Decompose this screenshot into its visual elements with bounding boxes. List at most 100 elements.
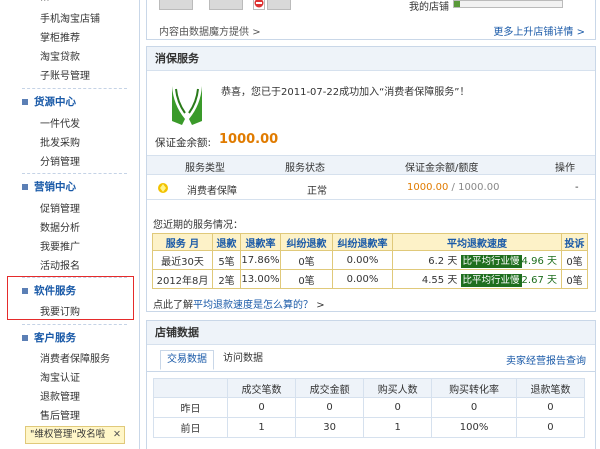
deposit-label: 保证金余额: [155,137,212,149]
tab-trade-data[interactable]: 交易数据 [160,350,214,370]
data-header [153,378,228,398]
rate-dispute: 0笔 [280,250,333,270]
sidebar-item-aftersale[interactable]: 售后管理 [40,407,80,422]
rate-refund-rate: 17.86% [240,250,281,270]
sidebar-item-certification[interactable]: 淘宝认证 [40,369,80,384]
rate-dispute-rate: 0.00% [332,250,393,270]
deposit-quota-value: / 1000.00 [448,182,500,193]
compare-badge: 比平均行业慢 [460,255,522,268]
table-row: 前日 1 30 1 100% 0 [153,417,586,438]
data-cell: 100% [431,417,517,438]
rate-period: 最近30天 [152,250,213,270]
rate-complaint: 0笔 [561,269,588,289]
service-type: 消费者保障 [187,186,237,197]
panel-title: 消保服务 [147,47,595,71]
rate-header: 纠纷退款 [280,233,333,251]
sidebar-group-title: 营销中心 [34,181,76,193]
compare-badge: 比平均行业慢 [460,274,522,287]
sidebar-item-recommend[interactable]: 掌柜推荐 [40,29,80,44]
sidebar-item-dropship[interactable]: 一件代发 [40,115,80,130]
product-thumbnail[interactable] [159,0,193,10]
data-cell: 0 [295,397,365,418]
rate-header: 退款 [212,233,241,251]
store-progress-fill [454,1,461,7]
refund-speed-help-link[interactable]: 平均退款速度是怎么算的？ [193,300,313,311]
sidebar-item-promo[interactable]: 促销管理 [40,200,80,215]
tab-baseline [147,371,595,372]
deposit-value: 1000.00 [219,132,279,147]
tab-visit-data[interactable]: 访问数据 [218,350,268,370]
product-thumbnail[interactable] [267,0,291,10]
sidebar-group-title: 货源中心 [34,96,76,108]
rate-header: 退款率 [240,233,281,251]
rate-dispute: 0笔 [280,269,333,289]
rate-refund: 5笔 [212,250,241,270]
sidebar-item-analytics[interactable]: 数据分析 [40,219,80,234]
square-icon [22,184,28,190]
header-deposit-quota: 保证金余额/额度 [405,163,479,174]
sidebar-item-consumer-protection[interactable]: 消费者保障服务 [40,350,110,365]
data-header: 成交笔数 [226,378,297,398]
sidebar-item-cut[interactable]: ··· [40,0,50,7]
data-header: 购买人数 [363,378,433,398]
shield-icon [158,183,168,193]
help-line: 点此了解平均退款速度是怎么算的？ > [153,296,325,311]
top-panel: 我的店铺 内容由数据魔方提供 > 更多上升店铺详情 > [146,0,596,40]
sidebar-item-mobile-store[interactable]: 手机淘宝店铺 [40,10,100,25]
product-thumbnail[interactable] [209,0,243,10]
sidebar-item-subaccount[interactable]: 子账号管理 [40,67,90,82]
deposit-balance: 1000.00 [407,182,449,193]
rate-dispute-rate: 0.00% [332,269,393,289]
rate-header: 平均退款速度 [392,233,562,251]
data-cell: 30 [295,417,365,438]
data-cell: 0 [431,397,517,418]
rate-header: 纠纷退款率 [332,233,393,251]
data-cell: 1 [363,417,433,438]
service-row: 消费者保障 正常 1000.00 / 1000.00 - [147,176,595,200]
rate-period: 2012年8月 [152,269,213,289]
sidebar-item-promote[interactable]: 我要推广 [40,238,80,253]
table-row: 昨日 0 0 0 0 0 [153,397,586,418]
provider-label: 内容由数据魔方提供 [159,27,249,38]
close-icon[interactable]: ✕ [113,427,121,443]
recent-label: 您近期的服务情况： [153,220,243,231]
chevron-right-icon: > [576,27,585,38]
report-query-link[interactable]: 卖家经营报告查询 [506,352,586,367]
header-service-type: 服务类型 [185,163,225,174]
data-cell: 0 [226,397,297,418]
rate-refund-rate: 13.00% [240,269,281,289]
data-cell: 0 [363,397,433,418]
sidebar: ··· 手机淘宝店铺 掌柜推荐 淘宝贷款 子账号管理 货源中心 一件代发 批发采… [0,0,140,449]
sidebar-item-refund[interactable]: 退款管理 [40,388,80,403]
sidebar-item-loan[interactable]: 淘宝贷款 [40,48,80,63]
data-header: 退款笔数 [515,378,586,398]
sidebar-item-distribution[interactable]: 分销管理 [40,153,80,168]
data-cell: 0 [515,397,586,418]
sidebar-group-customer[interactable]: 客户服务 [22,330,76,345]
sidebar-item-activity[interactable]: 活动报名 [40,257,80,272]
rename-tooltip: "维权管理"改名啦 ✕ [25,426,125,444]
data-cell: 0 [515,417,586,438]
more-stores-link[interactable]: 更多上升店铺详情 > [493,23,585,38]
hands-protect-icon [172,86,202,125]
sidebar-group-supply[interactable]: 货源中心 [22,94,76,109]
success-message: 恭喜，您已于2011-07-22成功加入“消费者保障服务”！ [221,87,470,98]
service-status: 正常 [307,186,327,197]
main-content: 我的店铺 内容由数据魔方提供 > 更多上升店铺详情 > 消保服务 恭喜，您已于2… [146,0,600,449]
header-service-status: 服务状态 [285,163,325,174]
service-table-header: 服务类型 服务状态 保证金余额/额度 操作 [147,155,595,175]
refund-rate-table: 服务 月 退款 退款率 纠纷退款 纠纷退款率 平均退款速度 投诉 最近30天 5… [152,233,588,289]
square-icon [22,335,28,341]
highlight-box [7,276,134,320]
sidebar-item-wholesale[interactable]: 批发采购 [40,134,80,149]
industry-average: 2.67 天 [521,275,557,286]
rate-speed: 6.2 天 比平均行业慢 4.96 天 [392,250,562,270]
table-row: 最近30天 5笔 17.86% 0笔 0.00% 6.2 天 比平均行业慢 4.9… [152,250,588,270]
rate-table-header: 服务 月 退款 退款率 纠纷退款 纠纷退款率 平均退款速度 投诉 [152,233,588,251]
deposit-quota: 1000.00 / 1000.00 [407,182,499,193]
speed-value: 6.2 天 [428,256,458,267]
chevron-right-icon: > [252,27,261,38]
sidebar-group-marketing[interactable]: 营销中心 [22,179,76,194]
help-prefix: 点此了解 [153,300,193,311]
sidebar-divider [22,173,127,174]
